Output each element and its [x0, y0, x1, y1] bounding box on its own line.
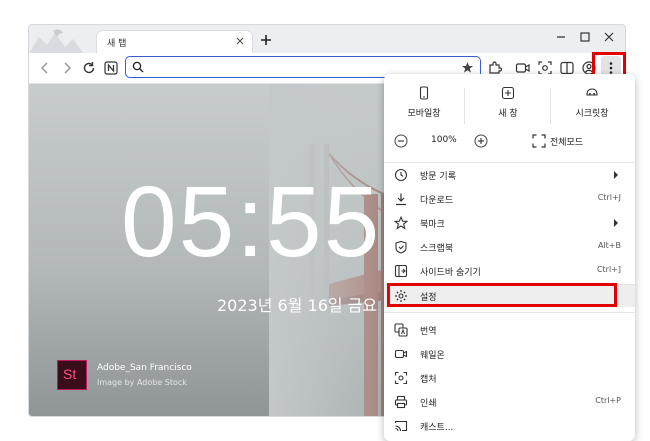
mobile-window-button[interactable]: 모바일창	[384, 86, 464, 126]
new-window-icon	[501, 86, 515, 100]
zoom-out-icon[interactable]	[394, 134, 408, 148]
history-icon	[394, 168, 408, 182]
menu-item-label: 방문 기록	[420, 172, 456, 182]
fullscreen-icon	[532, 134, 546, 148]
zoom-in-icon[interactable]	[474, 134, 488, 148]
forward-icon[interactable]	[59, 60, 75, 76]
maximize-icon[interactable]	[577, 29, 593, 45]
print-icon	[394, 395, 408, 409]
menu-item-downloads[interactable]: 다운로드 Ctrl+J	[384, 188, 635, 210]
naver-home-icon[interactable]	[103, 60, 119, 76]
menu-item-cast[interactable]: 캐스트...	[384, 415, 635, 437]
divider	[464, 88, 465, 124]
search-icon	[132, 61, 144, 73]
date-text: 2023년 6월 16일 금요	[217, 296, 378, 315]
whale-decoration-icon	[29, 29, 83, 53]
scrapbook-icon	[395, 240, 407, 254]
menu-item-label: 캐스트...	[420, 423, 454, 433]
menu-item-hide-sidebar[interactable]: 사이드바 숨기기 Ctrl+]	[384, 260, 635, 282]
menu-item-capture[interactable]: 캡처	[384, 367, 635, 389]
download-icon	[396, 193, 406, 206]
incognito-window-button[interactable]: 시크릿창	[552, 86, 632, 126]
close-window-icon[interactable]	[601, 29, 617, 45]
shortcut-text: Ctrl+P	[595, 396, 621, 405]
back-icon[interactable]	[37, 60, 53, 76]
fullscreen-label: 전체모드	[550, 138, 584, 148]
menu-item-print[interactable]: 인쇄 Ctrl+P	[384, 391, 635, 413]
divider	[384, 162, 635, 163]
adobe-stock-logo-text: St	[63, 366, 77, 382]
incognito-icon	[586, 88, 598, 96]
new-tab-plus-icon[interactable]	[259, 33, 273, 47]
photo-credit: Image by Adobe Stock	[97, 378, 187, 387]
divider	[550, 88, 551, 124]
whale-on-icon	[394, 349, 408, 359]
main-menu: 모바일창 새 창 시크릿창 100% 전체모드 방문 기록 다운로드 Ctrl+…	[384, 74, 635, 441]
menu-item-label: 다운로드	[420, 196, 454, 206]
mobile-window-label: 모바일창	[407, 109, 441, 119]
clock: 05:55	[121, 166, 382, 278]
divider	[384, 312, 635, 313]
close-tab-icon[interactable]	[234, 35, 246, 47]
menu-item-label: 북마크	[420, 220, 445, 230]
translate-icon	[394, 323, 408, 337]
menu-item-label: 캡처	[420, 375, 437, 385]
menu-item-history[interactable]: 방문 기록	[384, 164, 635, 186]
submenu-arrow-icon	[614, 171, 618, 179]
menu-item-label: 웨일온	[420, 351, 445, 361]
menu-item-scrapbook[interactable]: 스크랩북 Alt+B	[384, 236, 635, 258]
menu-item-label: 사이드바 숨기기	[420, 268, 481, 278]
sidebar-icon	[394, 264, 408, 278]
capture-icon	[394, 371, 408, 385]
shortcut-text: Alt+B	[597, 241, 621, 250]
shortcut-text: Ctrl+]	[596, 265, 621, 274]
incognito-window-label: 시크릿창	[575, 109, 609, 119]
adobe-stock-logo[interactable]: St	[57, 360, 87, 390]
minimize-icon[interactable]	[553, 29, 569, 45]
menu-item-translate[interactable]: 번역	[384, 319, 635, 341]
tab-strip: 새 탭	[29, 25, 625, 53]
new-window-button[interactable]: 새 창	[468, 86, 548, 126]
menu-item-label: 스크랩북	[420, 244, 454, 254]
menu-item-label: 인쇄	[420, 399, 437, 409]
menu-item-bookmarks[interactable]: 북마크	[384, 212, 635, 234]
mobile-window-icon	[419, 86, 429, 100]
add-bookmark-star-icon[interactable]	[461, 61, 474, 74]
new-window-label: 새 창	[498, 109, 518, 119]
submenu-arrow-icon	[614, 219, 618, 227]
cast-icon	[394, 420, 408, 432]
tab-title: 새 탭	[107, 39, 127, 49]
reload-icon[interactable]	[81, 60, 97, 76]
tab-new-tab[interactable]: 새 탭	[97, 31, 252, 53]
star-icon	[394, 216, 408, 230]
photo-title[interactable]: Adobe_San Francisco	[97, 363, 192, 373]
menu-item-whale-on[interactable]: 웨일온	[384, 343, 635, 365]
shortcut-text: Ctrl+J	[597, 193, 621, 202]
zoom-level: 100%	[431, 135, 457, 145]
settings-highlight	[387, 283, 617, 307]
menu-item-label: 번역	[420, 327, 437, 337]
